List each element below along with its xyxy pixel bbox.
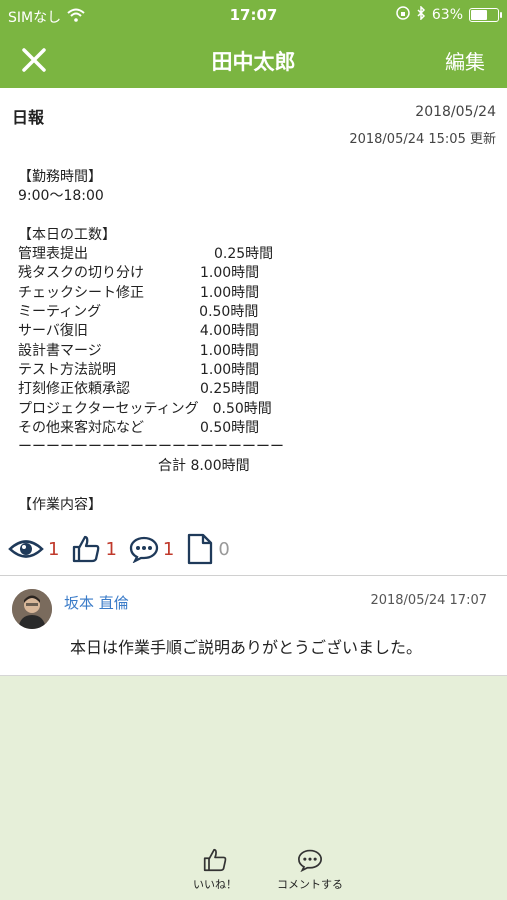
battery-icon	[469, 8, 502, 22]
like-button[interactable]: いいね！	[185, 848, 245, 892]
battery-level	[471, 10, 488, 20]
views-stat[interactable]: 1	[8, 536, 59, 562]
thumbs-up-icon	[73, 535, 100, 563]
comment-label: コメントする	[277, 878, 343, 891]
status-right: 63%	[396, 5, 502, 24]
comment-button[interactable]: コメントする	[265, 848, 355, 892]
report-body-line: 設計書マージ 1.00時間	[18, 342, 259, 359]
comments-count: 1	[162, 538, 175, 560]
report-body-line: テスト方法説明 1.00時間	[18, 361, 260, 378]
comments-stat[interactable]: 1	[129, 535, 174, 563]
page-title: 田中太郎	[211, 50, 296, 74]
attachments-stat[interactable]: 0	[186, 533, 230, 565]
report-body-line: サーバ復旧 4.00時間	[18, 323, 260, 340]
speech-bubble-icon	[297, 849, 323, 872]
status-bar: SIMなし 17:07 63%	[0, 0, 507, 32]
report-body-line: ーーーーーーーーーーーーーーーーーーー	[18, 439, 284, 456]
avatar[interactable]	[12, 589, 52, 629]
comment-text: 本日は作業手順ご説明ありがとうございました。	[70, 638, 423, 657]
report-date: 2018/05/24	[415, 104, 496, 120]
report-body-line: 【作業内容】	[18, 497, 102, 514]
document-icon	[188, 533, 213, 565]
attachments-count: 0	[218, 538, 230, 560]
report-body-line: 管理表提出 0.25時間	[18, 246, 274, 263]
report-body-line: チェックシート修正 1.00時間	[18, 284, 260, 301]
report-card: 日報 2018/05/24 2018/05/24 15:05 更新 【勤務時間】…	[0, 88, 507, 575]
person-photo-icon	[12, 589, 52, 629]
comment-item: 坂本 直倫 2018/05/24 17:07 本日は作業手順ご説明ありがとうござ…	[0, 576, 507, 676]
bluetooth-icon	[416, 5, 426, 24]
nav-bar: 田中太郎 編集	[0, 32, 507, 88]
report-body-line: 【勤務時間】	[18, 169, 102, 185]
report-body-line	[18, 477, 284, 496]
views-count: 1	[48, 538, 60, 560]
report-body-line: 打刻修正依頼承認 0.25時間	[18, 381, 260, 398]
report-body: 【勤務時間】 9:00〜18:00 【本日の工数】管理表提出 0.25時間 残タスクの…	[18, 168, 284, 515]
report-body-line: プロジェクターセッティング 0.50時間	[18, 400, 272, 417]
speech-bubble-icon	[129, 536, 159, 563]
thumbs-up-icon	[203, 848, 227, 872]
rotation-lock-icon	[396, 6, 410, 24]
comment-author[interactable]: 坂本 直倫	[64, 592, 129, 613]
report-title: 日報	[12, 108, 45, 127]
report-body-line: 【本日の工数】	[18, 226, 116, 243]
eye-icon	[8, 540, 44, 558]
report-body-line: 残タスクの切り分け 1.00時間	[18, 265, 260, 282]
report-body-line	[18, 207, 284, 226]
battery-percent: 63%	[431, 7, 463, 23]
stats-row: 1 1 1 0	[8, 532, 242, 566]
likes-count: 1	[105, 538, 117, 560]
report-body-line: 合計 8.00時間	[18, 458, 250, 475]
report-body-line: その他来客対応など 0.50時間	[18, 419, 260, 436]
comment-time: 2018/05/24 17:07	[370, 593, 487, 608]
like-label: いいね！	[193, 878, 237, 891]
likes-stat[interactable]: 1	[71, 534, 117, 564]
edit-button[interactable]: 編集	[445, 46, 485, 75]
report-body-line: ミーティング 0.50時間	[18, 304, 259, 321]
report-body-line: 9:00〜18:00	[18, 188, 104, 205]
report-updated: 2018/05/24 15:05 更新	[349, 132, 496, 147]
